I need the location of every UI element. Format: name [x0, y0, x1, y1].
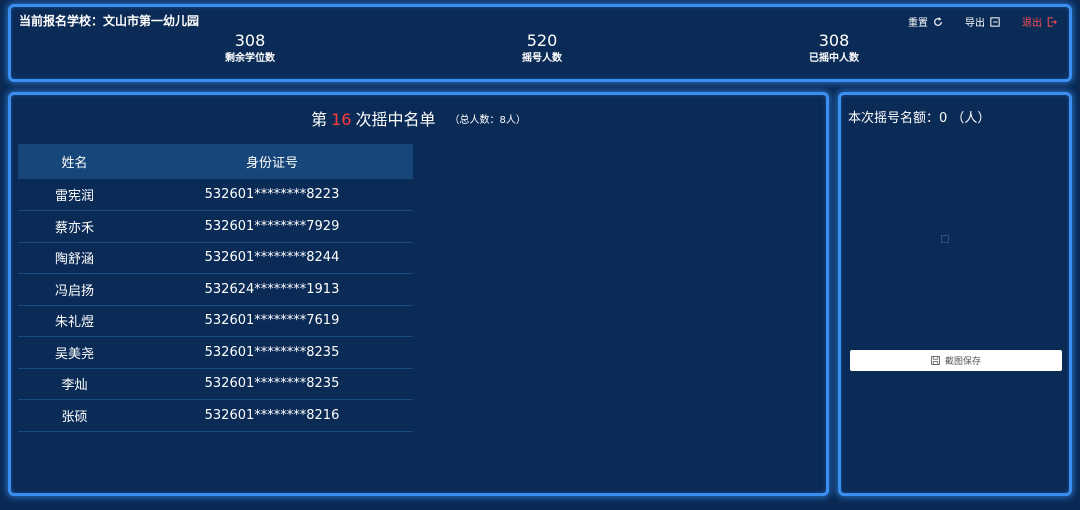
- cell-id: 532601********8235: [131, 368, 413, 400]
- stat-lottery-count: 520 摇号人数: [482, 31, 602, 66]
- stat-value: 308: [818, 31, 850, 50]
- export-label: 导出: [965, 18, 985, 29]
- table-row: 蔡亦禾 532601********7929: [18, 210, 413, 243]
- cell-name: 蔡亦禾: [18, 210, 131, 243]
- cell-id: 532624********1913: [131, 273, 413, 306]
- cell-name: 冯启扬: [18, 273, 131, 306]
- list-title: 第 16 次摇中名单 （总人数：8人）: [11, 106, 826, 130]
- column-header-id: 身份证号: [131, 144, 413, 179]
- round-number: 16: [331, 110, 352, 129]
- current-school-label: 当前报名学校：文山市第一幼儿园: [19, 14, 200, 28]
- image-placeholder-icon: [941, 235, 949, 243]
- reset-label: 重置: [908, 18, 928, 29]
- stat-label: 摇号人数: [522, 53, 562, 64]
- winners-table: 姓名 身份证号 雷宪润 532601********8223 蔡亦禾 53260…: [18, 144, 413, 432]
- reset-button[interactable]: 重置: [908, 14, 943, 29]
- table-row: 李灿 532601********8235: [18, 368, 413, 400]
- title-suffix: 次摇中名单: [355, 110, 436, 129]
- export-button[interactable]: 导出: [965, 14, 1000, 29]
- table-row: 张硕 532601********8216: [18, 399, 413, 432]
- cell-name: 朱礼煜: [18, 305, 131, 337]
- stat-remaining-seats: 308 剩余学位数: [190, 31, 310, 66]
- logout-label: 退出: [1022, 18, 1042, 29]
- column-header-name: 姓名: [18, 144, 131, 179]
- stat-value: 520: [526, 31, 558, 50]
- stat-selected-count: 308 已摇中人数: [774, 31, 894, 66]
- cell-name: 张硕: [18, 399, 131, 432]
- cell-id: 532601********7929: [131, 210, 413, 243]
- export-icon: [990, 16, 1000, 27]
- save-icon: [931, 356, 940, 365]
- stat-label: 剩余学位数: [225, 53, 275, 64]
- table-row: 朱礼煜 532601********7619: [18, 305, 413, 337]
- cell-id: 532601********7619: [131, 305, 413, 337]
- cell-id: 532601********8216: [131, 399, 413, 432]
- stat-value: 308: [234, 31, 266, 50]
- table-header-row: 姓名 身份证号: [18, 144, 413, 179]
- table-row: 陶舒涵 532601********8244: [18, 242, 413, 274]
- cell-id: 532601********8235: [131, 336, 413, 369]
- winners-list-panel: 第 16 次摇中名单 （总人数：8人） 姓名 身份证号 雷宪润 532601*****…: [8, 92, 829, 496]
- total-count: （总人数：8人）: [449, 115, 526, 126]
- header-actions: 重置 导出 退出: [908, 14, 1057, 29]
- lottery-quota-panel: 本次摇号名额：0 （人） 截图保存: [838, 92, 1072, 496]
- cell-name: 雷宪润: [18, 179, 131, 211]
- cell-name: 陶舒涵: [18, 242, 131, 274]
- table-row: 吴美尧 532601********8235: [18, 336, 413, 369]
- stat-label: 已摇中人数: [809, 53, 859, 64]
- refresh-icon: [934, 16, 942, 26]
- table-row: 雷宪润 532601********8223: [18, 179, 413, 211]
- quota-label: 本次摇号名额：0 （人）: [848, 111, 991, 126]
- logout-button[interactable]: 退出: [1022, 14, 1057, 29]
- cell-name: 吴美尧: [18, 336, 131, 369]
- table-row: 冯启扬 532624********1913: [18, 273, 413, 306]
- cell-name: 李灿: [18, 368, 131, 400]
- cell-id: 532601********8223: [131, 179, 413, 211]
- logout-icon: [1047, 16, 1057, 27]
- cell-id: 532601********8244: [131, 242, 413, 274]
- title-prefix: 第: [311, 110, 328, 129]
- stats-panel: 当前报名学校：文山市第一幼儿园 重置 导出 退出 308 剩余学位数 520 摇…: [8, 4, 1072, 82]
- save-button-label: 截图保存: [944, 357, 981, 367]
- screenshot-save-button[interactable]: 截图保存: [850, 350, 1062, 371]
